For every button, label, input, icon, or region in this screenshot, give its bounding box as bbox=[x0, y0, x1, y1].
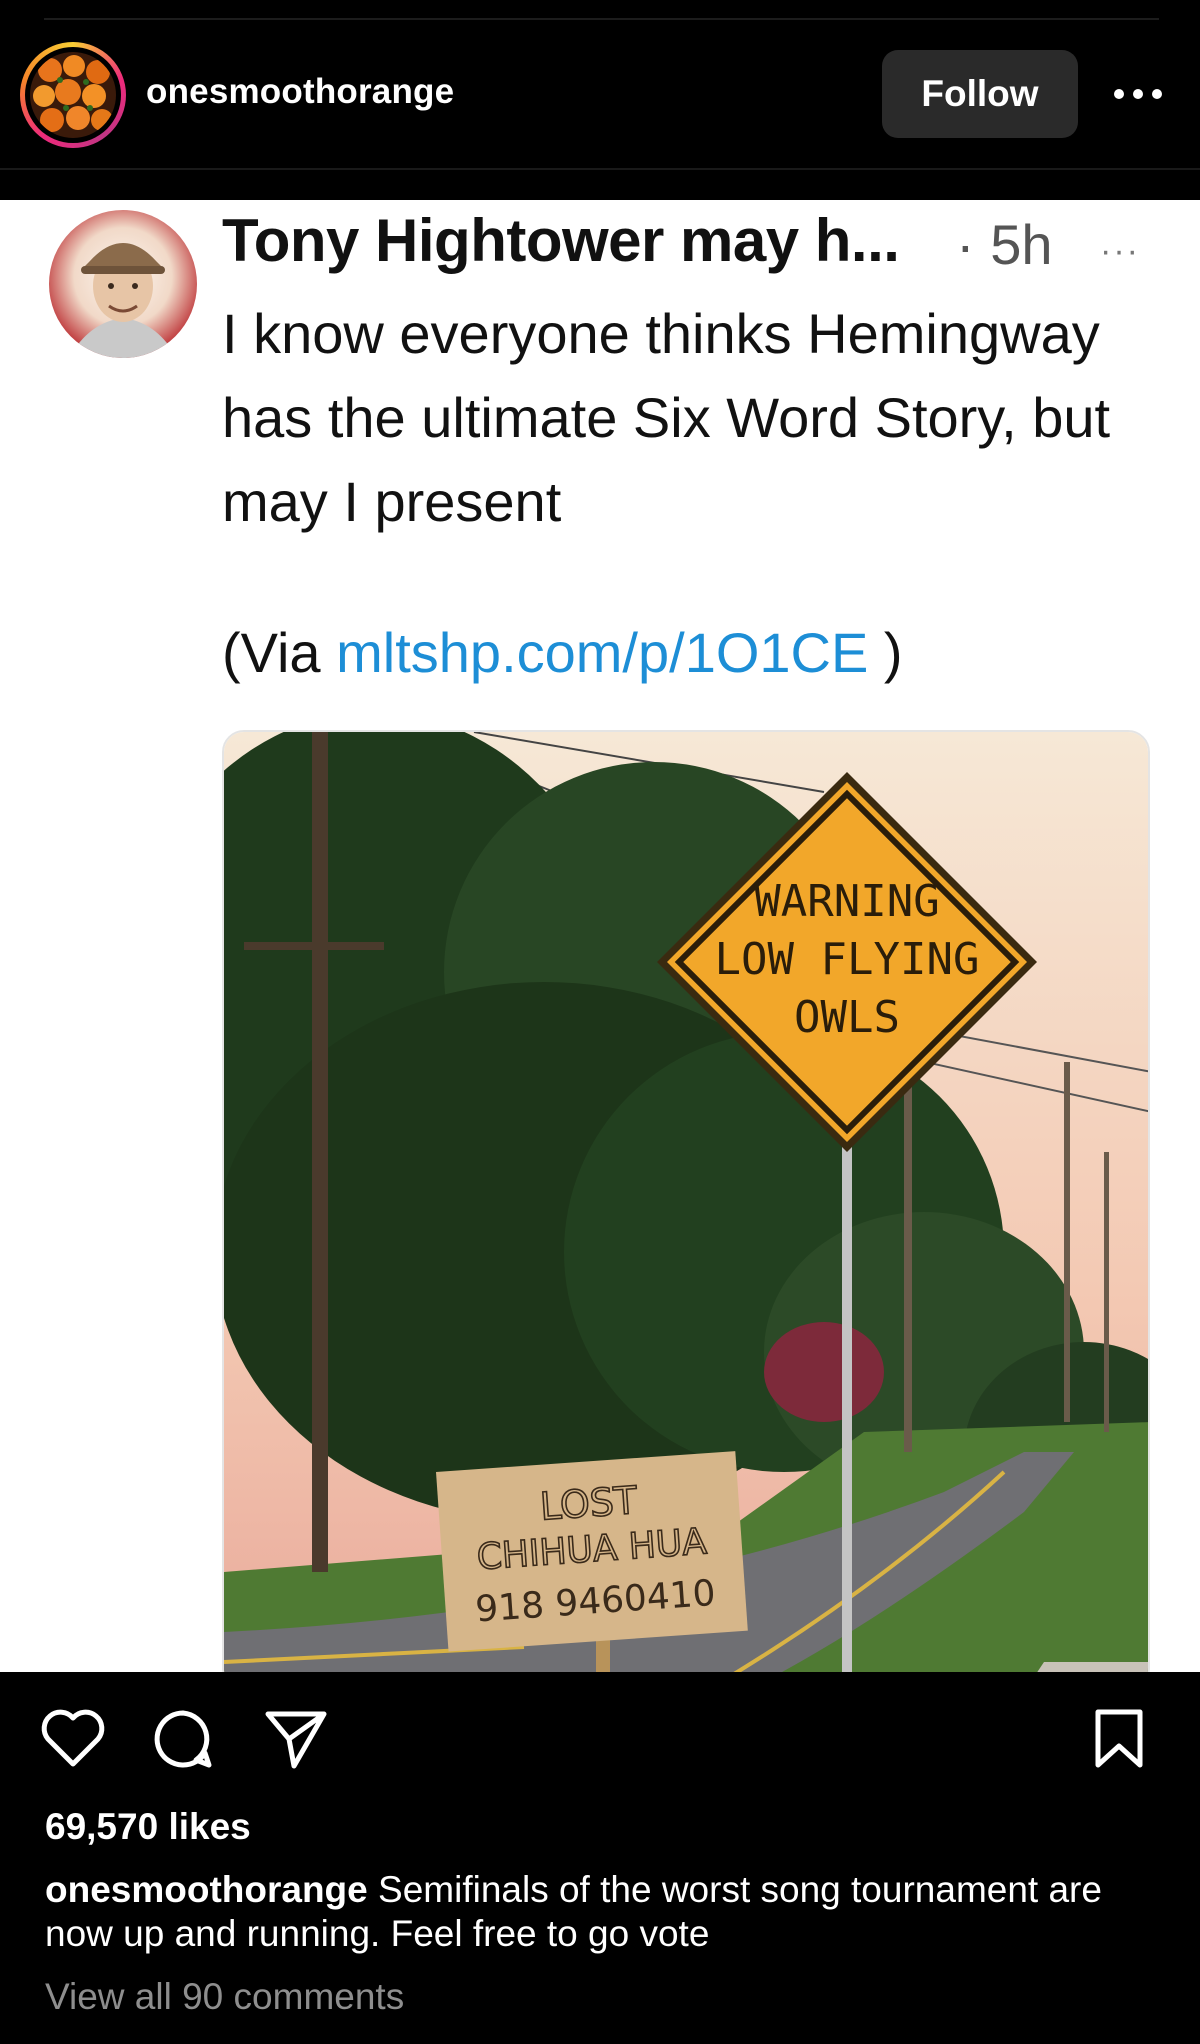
post-caption: onesmoothorange Semifinals of the worst … bbox=[45, 1868, 1165, 1956]
post-image[interactable]: Tony Hightower may h... · 5h ··· I know … bbox=[0, 200, 1200, 1672]
post-actions bbox=[0, 1672, 1200, 1792]
sign-line-3: OWLS bbox=[794, 992, 900, 1043]
tweet-link: mltshp.com/p/1O1CE bbox=[336, 621, 869, 684]
post-username[interactable]: onesmoothorange bbox=[146, 72, 454, 112]
heart-icon[interactable] bbox=[40, 1708, 106, 1773]
oranges-avatar-image bbox=[30, 52, 116, 138]
likes-count[interactable]: 69,570 likes bbox=[45, 1806, 251, 1848]
caption-username[interactable]: onesmoothorange bbox=[45, 1869, 368, 1910]
via-prefix: (Via bbox=[222, 621, 337, 684]
view-comments-link[interactable]: View all 90 comments bbox=[45, 1976, 404, 2018]
tweet-author-name: Tony Hightower may h... bbox=[222, 207, 900, 274]
post-header: onesmoothorange Follow bbox=[0, 20, 1200, 168]
cardboard-line-1: LOST bbox=[539, 1478, 640, 1529]
via-suffix: ) bbox=[868, 621, 903, 684]
tweet-photo: WARNING LOW FLYING OWLS LOST CHIHUA HUA … bbox=[222, 730, 1150, 1672]
follow-button[interactable]: Follow bbox=[882, 50, 1078, 138]
tweet-timestamp: · 5h bbox=[956, 213, 1053, 276]
tweet-text: I know everyone thinks Hemingway has the… bbox=[222, 302, 1111, 533]
header-divider bbox=[0, 168, 1200, 170]
share-icon[interactable] bbox=[264, 1708, 328, 1775]
comment-icon[interactable] bbox=[152, 1708, 214, 1775]
tweet-author-avatar bbox=[49, 210, 197, 358]
tweet-via-line: (Via mltshp.com/p/1O1CE ) bbox=[222, 620, 903, 685]
more-options-icon[interactable] bbox=[1110, 74, 1166, 114]
sign-line-2: LOW FLYING bbox=[715, 934, 980, 985]
tweet-more-icon: ··· bbox=[1100, 232, 1140, 270]
sign-line-1: WARNING bbox=[754, 876, 939, 927]
bookmark-icon[interactable] bbox=[1092, 1708, 1146, 1775]
profile-avatar[interactable] bbox=[20, 42, 126, 148]
